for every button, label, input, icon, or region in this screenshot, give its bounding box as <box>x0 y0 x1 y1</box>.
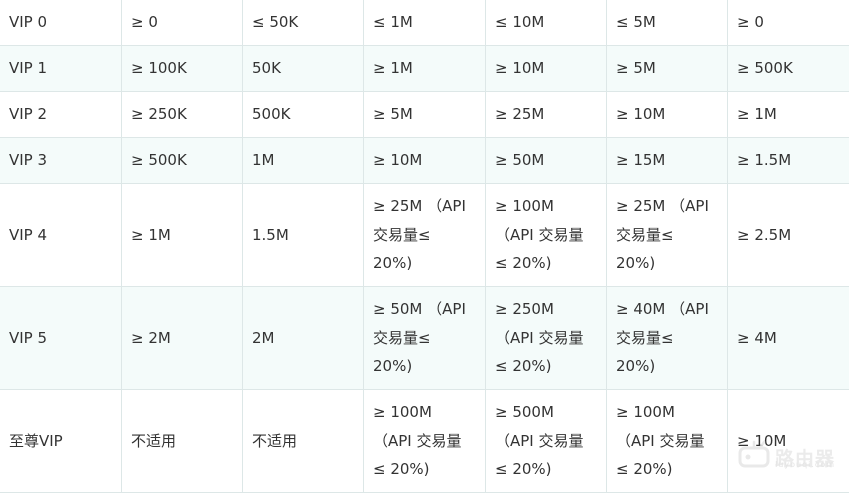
cell-line: 交易量≤ <box>373 328 431 347</box>
cell-line: ≤ 20%) <box>495 357 552 376</box>
watermark: 路由器 luyouqi.com <box>737 438 835 476</box>
cell-line: ≥ 100M <box>373 403 432 422</box>
table-cell: ≥ 1M <box>121 183 243 287</box>
table-cell: ≥ 100K <box>121 45 243 92</box>
cell-line: ≥ 100M <box>495 197 554 216</box>
table-cell: ≥ 10M <box>363 137 486 184</box>
table-cell: ≥ 50M （API 交易量≤ 20%) <box>363 286 486 390</box>
table-cell: ≥ 5M <box>606 45 728 92</box>
cell-line: 20%) <box>616 254 656 273</box>
table-cell: ≥ 250K <box>121 91 243 138</box>
table-cell: 1M <box>242 137 364 184</box>
vip-level-cell: VIP 3 <box>0 137 122 184</box>
watermark-subtext: luyouqi.com <box>775 460 835 469</box>
table-cell: ≥ 10M <box>606 91 728 138</box>
table-cell: ≥ 1M <box>727 91 849 138</box>
vip-level-cell: VIP 4 <box>0 183 122 287</box>
table-row: VIP 3 ≥ 500K 1M ≥ 10M ≥ 50M ≥ 15M ≥ 1.5M <box>0 137 849 184</box>
table-cell: ≥ 100M （API 交易量 ≤ 20%) <box>606 389 728 493</box>
table-cell: ≥ 2M <box>121 286 243 390</box>
cell-line: ≥ 100M <box>616 403 675 422</box>
cell-line: （API 交易量 <box>616 431 705 450</box>
table-cell: ≥ 100M （API 交易量 ≤ 20%) <box>485 183 607 287</box>
table-cell: ≥ 4M <box>727 286 849 390</box>
table-cell: ≥ 40M （API 交易量≤ 20%) <box>606 286 728 390</box>
table-cell: ≤ 50K <box>242 0 364 46</box>
vip-level-cell: VIP 0 <box>0 0 122 46</box>
cell-line: 20%) <box>373 357 413 376</box>
table-cell: ≥ 10M <box>485 45 607 92</box>
table-cell: ≤ 1M <box>363 0 486 46</box>
table-row: VIP 5 ≥ 2M 2M ≥ 50M （API 交易量≤ 20%) ≥ 250… <box>0 286 849 390</box>
table-row: VIP 2 ≥ 250K 500K ≥ 5M ≥ 25M ≥ 10M ≥ 1M <box>0 91 849 138</box>
table-cell: 500K <box>242 91 364 138</box>
vip-level-cell: VIP 5 <box>0 286 122 390</box>
table-cell: ≥ 500K <box>121 137 243 184</box>
cell-line: ≤ 20%) <box>495 254 552 273</box>
table-cell: ≥ 250M （API 交易量 ≤ 20%) <box>485 286 607 390</box>
cell-line: ≥ 50M （API <box>373 300 466 319</box>
cell-line: ≥ 250M <box>495 300 554 319</box>
table-cell: 不适用 <box>121 389 243 493</box>
cell-line: （API 交易量 <box>495 328 584 347</box>
cell-line: 交易量≤ <box>373 225 431 244</box>
table-cell: ≥ 0 <box>121 0 243 46</box>
vip-level-cell: 至尊VIP <box>0 389 122 493</box>
table-cell: ≥ 1.5M <box>727 137 849 184</box>
table-row: VIP 4 ≥ 1M 1.5M ≥ 25M （API 交易量≤ 20%) ≥ 1… <box>0 183 849 287</box>
cell-line: ≤ 20%) <box>495 460 552 479</box>
table-cell: 1.5M <box>242 183 364 287</box>
table-row: VIP 0 ≥ 0 ≤ 50K ≤ 1M ≤ 10M ≤ 5M ≥ 0 <box>0 0 849 46</box>
table-cell: ≥ 25M <box>485 91 607 138</box>
table-cell: ≥ 5M <box>363 91 486 138</box>
table-cell: ≥ 0 <box>727 0 849 46</box>
vip-level-cell: VIP 2 <box>0 91 122 138</box>
table-row: 至尊VIP 不适用 不适用 ≥ 100M （API 交易量 ≤ 20%) ≥ 5… <box>0 389 849 493</box>
cell-line: 20%) <box>616 357 656 376</box>
cell-line: （API 交易量 <box>495 225 584 244</box>
cell-line: 交易量≤ <box>616 225 674 244</box>
cell-line: （API 交易量 <box>495 431 584 450</box>
table-cell: ≥ 25M （API 交易量≤ 20%) <box>363 183 486 287</box>
cell-line: ≥ 500M <box>495 403 554 422</box>
table-cell: ≤ 5M <box>606 0 728 46</box>
table-cell: ≥ 500M （API 交易量 ≤ 20%) <box>485 389 607 493</box>
cell-line: ≤ 20%) <box>373 460 430 479</box>
table-cell: ≤ 10M <box>485 0 607 46</box>
table-cell: ≥ 500K <box>727 45 849 92</box>
cell-line: （API 交易量 <box>373 431 462 450</box>
table-cell: ≥ 2.5M <box>727 183 849 287</box>
cell-line: ≥ 25M （API <box>373 197 466 216</box>
table-row: VIP 1 ≥ 100K 50K ≥ 1M ≥ 10M ≥ 5M ≥ 500K <box>0 45 849 92</box>
vip-level-cell: VIP 1 <box>0 45 122 92</box>
cell-line: ≥ 25M （API <box>616 197 709 216</box>
table-cell: ≥ 1M <box>363 45 486 92</box>
cell-line: ≥ 40M （API <box>616 300 709 319</box>
table-cell: 2M <box>242 286 364 390</box>
table-cell: 50K <box>242 45 364 92</box>
table-cell: ≥ 50M <box>485 137 607 184</box>
table-cell: 不适用 <box>242 389 364 493</box>
cell-line: 20%) <box>373 254 413 273</box>
table-cell: ≥ 100M （API 交易量 ≤ 20%) <box>363 389 486 493</box>
table-cell: ≥ 15M <box>606 137 728 184</box>
router-logo-icon <box>737 438 771 476</box>
cell-line: ≤ 20%) <box>616 460 673 479</box>
cell-line: 交易量≤ <box>616 328 674 347</box>
table-cell: ≥ 25M （API 交易量≤ 20%) <box>606 183 728 287</box>
vip-tier-table: VIP 0 ≥ 0 ≤ 50K ≤ 1M ≤ 10M ≤ 5M ≥ 0 VIP … <box>0 0 849 493</box>
